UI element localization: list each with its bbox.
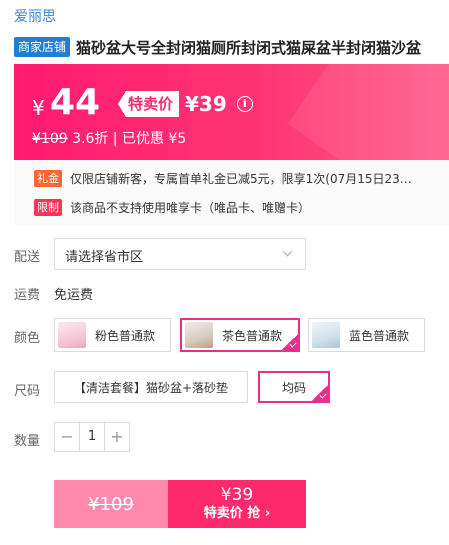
limit-tag: 限制 bbox=[34, 198, 62, 216]
size-label: 尺码 bbox=[14, 384, 41, 399]
quantity-stepper: − 1 + bbox=[54, 422, 130, 452]
promo-row-gift: 礼金 仅限店铺新客，专属首单礼金已减5元，限享1次(07月15日23… bbox=[34, 169, 412, 187]
delivery-label: 配送 bbox=[14, 250, 41, 265]
price-banner: ¥ 44 特卖价 ¥39 i ¥109 3.6折 | 已优惠 ¥5 bbox=[14, 64, 449, 160]
promo-row-limit: 限制 该商品不支持使用唯享卡（唯品卡、唯赠卡） bbox=[34, 198, 310, 216]
gift-tag: 礼金 bbox=[34, 169, 62, 187]
quantity-input[interactable]: 1 bbox=[79, 423, 105, 451]
product-title-row: 商家店铺 猫砂盆大号全封闭猫厕所封闭式猫屎盆半封闭猫沙盆 bbox=[14, 36, 449, 58]
selected-check-icon bbox=[312, 385, 328, 401]
region-select[interactable]: 请选择省市区 bbox=[54, 238, 306, 270]
plus-icon[interactable]: + bbox=[105, 423, 129, 451]
color-option-blue[interactable]: 蓝色普通款 bbox=[308, 318, 425, 352]
original-price-button[interactable]: ¥109 bbox=[54, 480, 168, 528]
brand-link[interactable]: 爱丽思 bbox=[14, 6, 56, 26]
product-thumbnail-pink bbox=[58, 322, 86, 348]
original-price: ¥109 bbox=[32, 131, 68, 147]
buy-bar: ¥109 ¥39 特卖价 抢 › bbox=[54, 480, 306, 528]
price-sub-line: ¥109 3.6折 | 已优惠 ¥5 bbox=[32, 128, 186, 148]
product-title: 猫砂盆大号全封闭猫厕所封闭式猫屎盆半封闭猫沙盆 bbox=[76, 38, 422, 57]
gift-promo-text: 仅限店铺新客，专属首单礼金已减5元，限享1次(07月15日23… bbox=[70, 171, 412, 186]
limit-promo-text: 该商品不支持使用唯享卡（唯品卡、唯赠卡） bbox=[70, 200, 311, 215]
buy-price: ¥39 bbox=[220, 485, 254, 505]
chevron-down-icon bbox=[282, 246, 293, 257]
current-price: 44 bbox=[50, 82, 101, 123]
region-select-placeholder: 请选择省市区 bbox=[65, 250, 144, 265]
size-option-cleaning-set[interactable]: 【清洁套餐】猫砂盆+落砂垫 bbox=[54, 371, 248, 403]
minus-icon[interactable]: − bbox=[55, 423, 79, 451]
buy-action-label: 特卖价 抢 › bbox=[203, 506, 271, 521]
color-label: 颜色 bbox=[14, 331, 41, 346]
special-price-tag: 特卖价 bbox=[118, 91, 180, 117]
discount-text: 3.6折 | 已优惠 ¥5 bbox=[72, 131, 187, 147]
color-option-brown[interactable]: 茶色普通款 bbox=[180, 318, 300, 352]
original-price-label: ¥109 bbox=[88, 493, 134, 515]
selected-check-icon bbox=[282, 334, 298, 350]
size-option-label: 【清洁套餐】猫砂盆+落砂垫 bbox=[73, 380, 229, 395]
color-option-label: 茶色普通款 bbox=[222, 328, 283, 343]
color-option-label: 蓝色普通款 bbox=[349, 328, 410, 343]
banner-decoration bbox=[287, 64, 449, 160]
size-option-one-size[interactable]: 均码 bbox=[258, 371, 330, 403]
quantity-label: 数量 bbox=[14, 434, 41, 449]
info-icon[interactable]: i bbox=[236, 96, 253, 112]
promo-box: 礼金 仅限店铺新客，专属首单礼金已减5元，限享1次(07月15日23… 限制 该… bbox=[14, 160, 449, 226]
product-thumbnail-brown bbox=[185, 322, 213, 348]
special-price: ¥39 bbox=[185, 92, 227, 116]
currency-sign: ¥ bbox=[32, 96, 45, 120]
color-option-label: 粉色普通款 bbox=[95, 328, 156, 343]
product-thumbnail-blue bbox=[312, 322, 340, 348]
special-price-group: 特卖价 ¥39 i bbox=[118, 91, 253, 117]
shop-badge: 商家店铺 bbox=[14, 37, 71, 57]
size-option-label: 均码 bbox=[281, 380, 306, 395]
color-option-pink[interactable]: 粉色普通款 bbox=[54, 318, 171, 352]
buy-now-button[interactable]: ¥39 特卖价 抢 › bbox=[168, 480, 306, 528]
freight-value: 免运费 bbox=[54, 288, 94, 303]
freight-label: 运费 bbox=[14, 288, 41, 303]
